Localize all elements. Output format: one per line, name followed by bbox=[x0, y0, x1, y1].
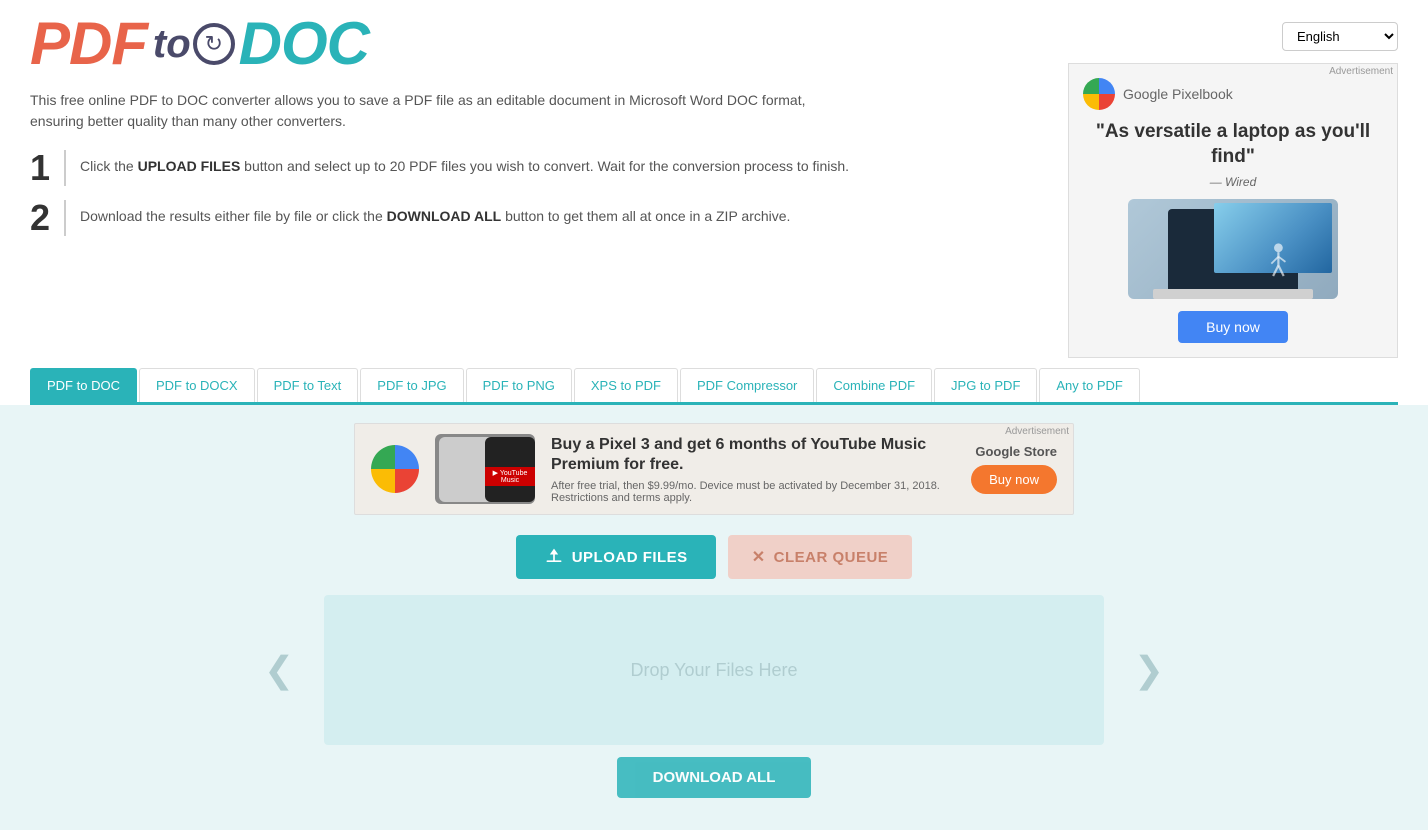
ad-buy-button[interactable]: Buy now bbox=[1178, 311, 1288, 343]
tab-xps-to-pdf[interactable]: XPS to PDF bbox=[574, 368, 678, 402]
description-text: This free online PDF to DOC converter al… bbox=[30, 90, 850, 132]
tabs-bar: PDF to DOC PDF to DOCX PDF to Text PDF t… bbox=[30, 368, 1398, 405]
phone-dark: ▶ YouTube Music bbox=[485, 437, 535, 502]
upload-section: Advertisement ▶ YouTube Music Buy a Pixe… bbox=[0, 405, 1428, 830]
logo-doc: DOC bbox=[239, 14, 369, 74]
ad-banner-text: Buy a Pixel 3 and get 6 months of YouTub… bbox=[551, 435, 955, 505]
action-buttons: UPLOAD FILES ✕ CLEAR QUEUE bbox=[30, 535, 1398, 579]
ad-banner-subtitle: After free trial, then $9.99/mo. Device … bbox=[551, 480, 955, 504]
ad-banner-google-logo bbox=[371, 445, 419, 493]
step-2-number: 2 bbox=[30, 200, 66, 236]
step-1-text: Click the UPLOAD FILES button and select… bbox=[80, 150, 849, 177]
drop-text: Drop Your Files Here bbox=[630, 660, 797, 681]
ad-attribution: — Wired bbox=[1210, 175, 1257, 189]
tab-pdf-to-doc[interactable]: PDF to DOC bbox=[30, 368, 137, 402]
tab-pdf-to-text[interactable]: PDF to Text bbox=[257, 368, 359, 402]
download-all-button[interactable]: DOWNLOAD ALL bbox=[617, 757, 812, 798]
ad-banner-label: Advertisement bbox=[1005, 426, 1069, 437]
tab-pdf-to-docx[interactable]: PDF to DOCX bbox=[139, 368, 255, 402]
rotate-icon: ↻ bbox=[193, 23, 235, 65]
step-2: 2 Download the results either file by fi… bbox=[30, 200, 850, 236]
drop-zone[interactable]: Drop Your Files Here bbox=[324, 595, 1104, 745]
ad-banner-right: Google Store Buy now bbox=[971, 444, 1057, 494]
ad-right-top: Google Pixelbook bbox=[1083, 78, 1233, 110]
language-dropdown[interactable]: English Français Deutsch Español Italian… bbox=[1282, 22, 1398, 51]
ad-banner-phones: ▶ YouTube Music bbox=[435, 434, 535, 504]
tab-pdf-to-png[interactable]: PDF to PNG bbox=[466, 368, 572, 402]
language-select[interactable]: English Français Deutsch Español Italian… bbox=[1282, 22, 1398, 51]
tab-jpg-to-pdf[interactable]: JPG to PDF bbox=[934, 368, 1037, 402]
arrow-right[interactable]: ❯ bbox=[1134, 649, 1164, 691]
logo-to: to bbox=[153, 22, 191, 67]
steps-section: 1 Click the UPLOAD FILES button and sele… bbox=[30, 150, 850, 236]
ad-quote: "As versatile a laptop as you'll find" bbox=[1083, 120, 1383, 169]
google-logo-icon bbox=[1083, 78, 1115, 110]
laptop-screen bbox=[1168, 209, 1298, 289]
tab-pdf-compressor[interactable]: PDF Compressor bbox=[680, 368, 814, 402]
drop-zone-wrapper: ❮ Drop Your Files Here ❯ bbox=[264, 595, 1164, 745]
tabs-section: PDF to DOC PDF to DOCX PDF to Text PDF t… bbox=[0, 368, 1428, 405]
tab-combine-pdf[interactable]: Combine PDF bbox=[816, 368, 932, 402]
laptop-body bbox=[1153, 289, 1313, 299]
tab-any-to-pdf[interactable]: Any to PDF bbox=[1039, 368, 1139, 402]
step-1: 1 Click the UPLOAD FILES button and sele… bbox=[30, 150, 850, 186]
logo-pdf: PDF bbox=[30, 14, 147, 74]
ad-visual bbox=[1128, 199, 1338, 299]
step-1-number: 1 bbox=[30, 150, 66, 186]
runner-icon bbox=[1252, 239, 1296, 283]
ad-banner-title: Buy a Pixel 3 and get 6 months of YouTub… bbox=[551, 435, 955, 477]
banner-advertisement: Advertisement ▶ YouTube Music Buy a Pixe… bbox=[354, 423, 1074, 515]
ad-banner-store: Google Store bbox=[975, 444, 1057, 459]
upload-icon bbox=[544, 547, 564, 567]
ad-label-right: Advertisement bbox=[1329, 66, 1393, 77]
clear-queue-button[interactable]: ✕ CLEAR QUEUE bbox=[728, 535, 913, 579]
tab-pdf-to-jpg[interactable]: PDF to JPG bbox=[360, 368, 463, 402]
upload-files-button[interactable]: UPLOAD FILES bbox=[516, 535, 716, 579]
ad-banner-buy-button[interactable]: Buy now bbox=[971, 465, 1057, 494]
arrow-left[interactable]: ❮ bbox=[264, 649, 294, 691]
download-all-row: DOWNLOAD ALL bbox=[30, 745, 1398, 810]
step-2-text: Download the results either file by file… bbox=[80, 200, 790, 227]
clear-icon: ✕ bbox=[752, 547, 766, 567]
logo-middle: to ↻ bbox=[149, 22, 237, 67]
right-advertisement: Advertisement Google Pixelbook "As versa… bbox=[1068, 63, 1398, 358]
pixelbook-label: Google Pixelbook bbox=[1123, 86, 1233, 102]
logo: PDF to ↻ DOC bbox=[30, 14, 850, 74]
